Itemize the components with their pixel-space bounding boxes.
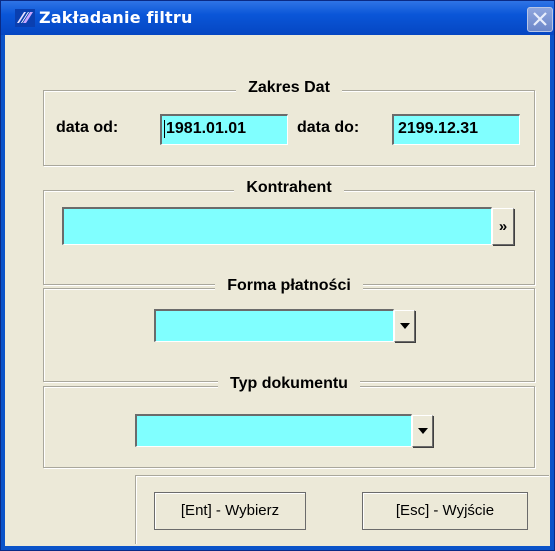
exit-button[interactable]: [Esc] - Wyjście — [362, 492, 528, 530]
payment-dropdown-button[interactable] — [394, 310, 415, 342]
payment-select[interactable] — [154, 309, 394, 342]
doc-type-legend: Typ dokumentu — [218, 375, 360, 392]
close-button[interactable] — [527, 7, 553, 32]
doc-type-select[interactable] — [135, 414, 412, 447]
title-bar[interactable]: Zakładanie filtru — [1, 1, 554, 35]
app-logo-icon — [15, 9, 35, 27]
button-bar: [Ent] - Wybierz [Esc] - Wyjście — [135, 475, 549, 544]
date-to-label: data do: — [297, 119, 360, 136]
doc-type-group: Typ dokumentu — [43, 375, 535, 468]
text-caret — [164, 120, 165, 138]
date-from-input[interactable]: 1981.01.01 — [160, 114, 288, 145]
date-to-input[interactable]: 2199.12.31 — [392, 114, 520, 145]
chevron-down-icon — [400, 323, 410, 329]
date-range-group: Zakres Dat data od: 1981.01.01 data do: … — [43, 79, 535, 166]
date-from-value: 1981.01.01 — [166, 120, 247, 137]
contractor-group: Kontrahent » — [43, 179, 535, 285]
dialog-window: Zakładanie filtru Zakres Dat data od: 19… — [0, 0, 555, 551]
contractor-input[interactable] — [62, 207, 492, 245]
date-range-legend: Zakres Dat — [236, 79, 342, 96]
payment-group: Forma płatności — [43, 277, 535, 382]
chevron-down-icon — [418, 428, 428, 434]
contractor-browse-button[interactable]: » — [492, 208, 514, 245]
select-button[interactable]: [Ent] - Wybierz — [154, 492, 306, 530]
payment-legend: Forma płatności — [215, 277, 363, 294]
contractor-legend: Kontrahent — [234, 179, 344, 196]
close-icon — [533, 12, 547, 26]
doc-type-dropdown-button[interactable] — [412, 415, 433, 447]
window-title: Zakładanie filtru — [39, 8, 193, 27]
date-from-label: data od: — [56, 119, 119, 136]
double-chevron-right-icon: » — [498, 218, 508, 235]
date-to-value: 2199.12.31 — [398, 120, 479, 137]
dialog-body: Zakres Dat data od: 1981.01.01 data do: … — [5, 35, 550, 546]
